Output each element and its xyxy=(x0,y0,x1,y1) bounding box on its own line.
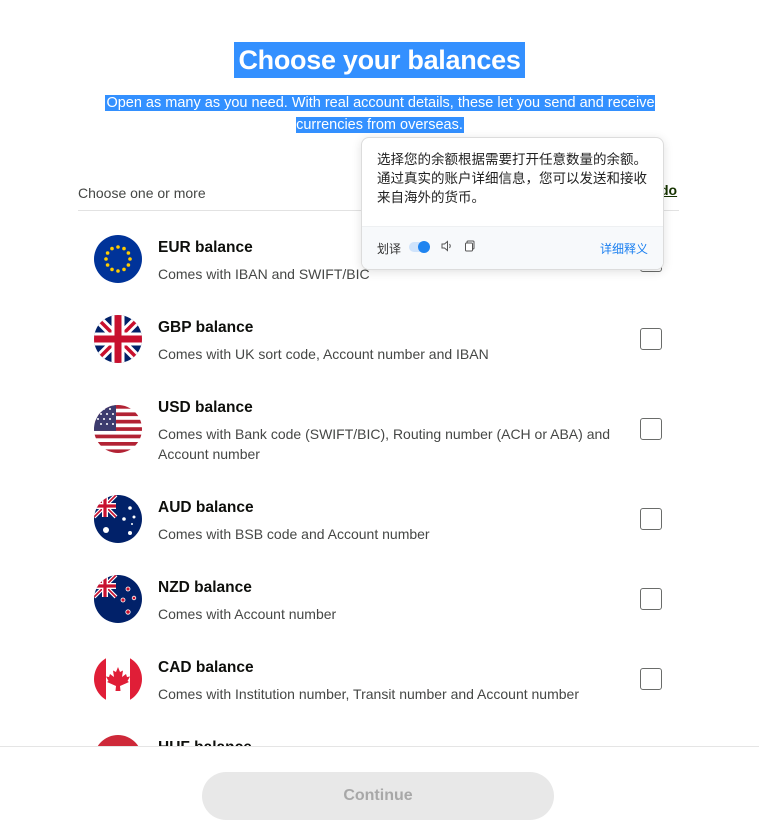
balance-checkbox-aud[interactable] xyxy=(640,508,662,530)
uk-flag-icon xyxy=(94,315,142,363)
detail-definition-link[interactable]: 详细释义 xyxy=(600,240,648,257)
eu-flag-icon xyxy=(94,235,142,283)
canada-flag-icon xyxy=(94,655,142,703)
continue-button[interactable]: Continue xyxy=(202,772,554,820)
balance-desc: Comes with Bank code (SWIFT/BIC), Routin… xyxy=(158,426,611,462)
footer: Continue xyxy=(0,746,759,829)
highlight-translate-label: 划译 xyxy=(377,242,402,256)
page-title: Choose your balances xyxy=(234,42,525,78)
page-subtitle: Open as many as you need. With real acco… xyxy=(105,95,655,133)
translation-popup: 选择您的余额根据需要打开任意数量的余额。通过真实的账户详细信息，您可以发送和接收… xyxy=(361,137,664,270)
balance-desc: Comes with Account number xyxy=(158,606,337,622)
balance-checkbox-usd[interactable] xyxy=(640,418,662,440)
balance-desc: Comes with Institution number, Transit n… xyxy=(158,686,579,702)
highlight-translate-toggle[interactable] xyxy=(409,241,430,253)
balance-title: USD balance xyxy=(158,399,253,416)
subtitle-wrap: Open as many as you need. With real acco… xyxy=(100,92,660,136)
choose-label: Choose one or more xyxy=(78,185,206,201)
balance-title: EUR balance xyxy=(158,239,253,256)
australia-flag-icon xyxy=(94,495,142,543)
copy-icon[interactable] xyxy=(463,238,477,252)
translation-text: 选择您的余额根据需要打开任意数量的余额。通过真实的账户详细信息，您可以发送和接收… xyxy=(377,152,647,206)
balance-checkbox-nzd[interactable] xyxy=(640,588,662,610)
balance-title: GBP balance xyxy=(158,319,254,336)
balance-title: CAD balance xyxy=(158,659,254,676)
balance-desc: Comes with UK sort code, Account number … xyxy=(158,346,489,362)
speaker-icon[interactable] xyxy=(440,238,454,252)
balance-checkbox-cad[interactable] xyxy=(640,668,662,690)
title-wrap: Choose your balances xyxy=(0,42,759,78)
balance-title: AUD balance xyxy=(158,499,254,516)
balance-title: NZD balance xyxy=(158,579,252,596)
new-zealand-flag-icon xyxy=(94,575,142,623)
balance-desc: Comes with BSB code and Account number xyxy=(158,526,430,542)
translation-toolbar: 划译 详细释义 xyxy=(362,226,663,269)
balance-checkbox-gbp[interactable] xyxy=(640,328,662,350)
us-flag-icon xyxy=(94,405,142,453)
